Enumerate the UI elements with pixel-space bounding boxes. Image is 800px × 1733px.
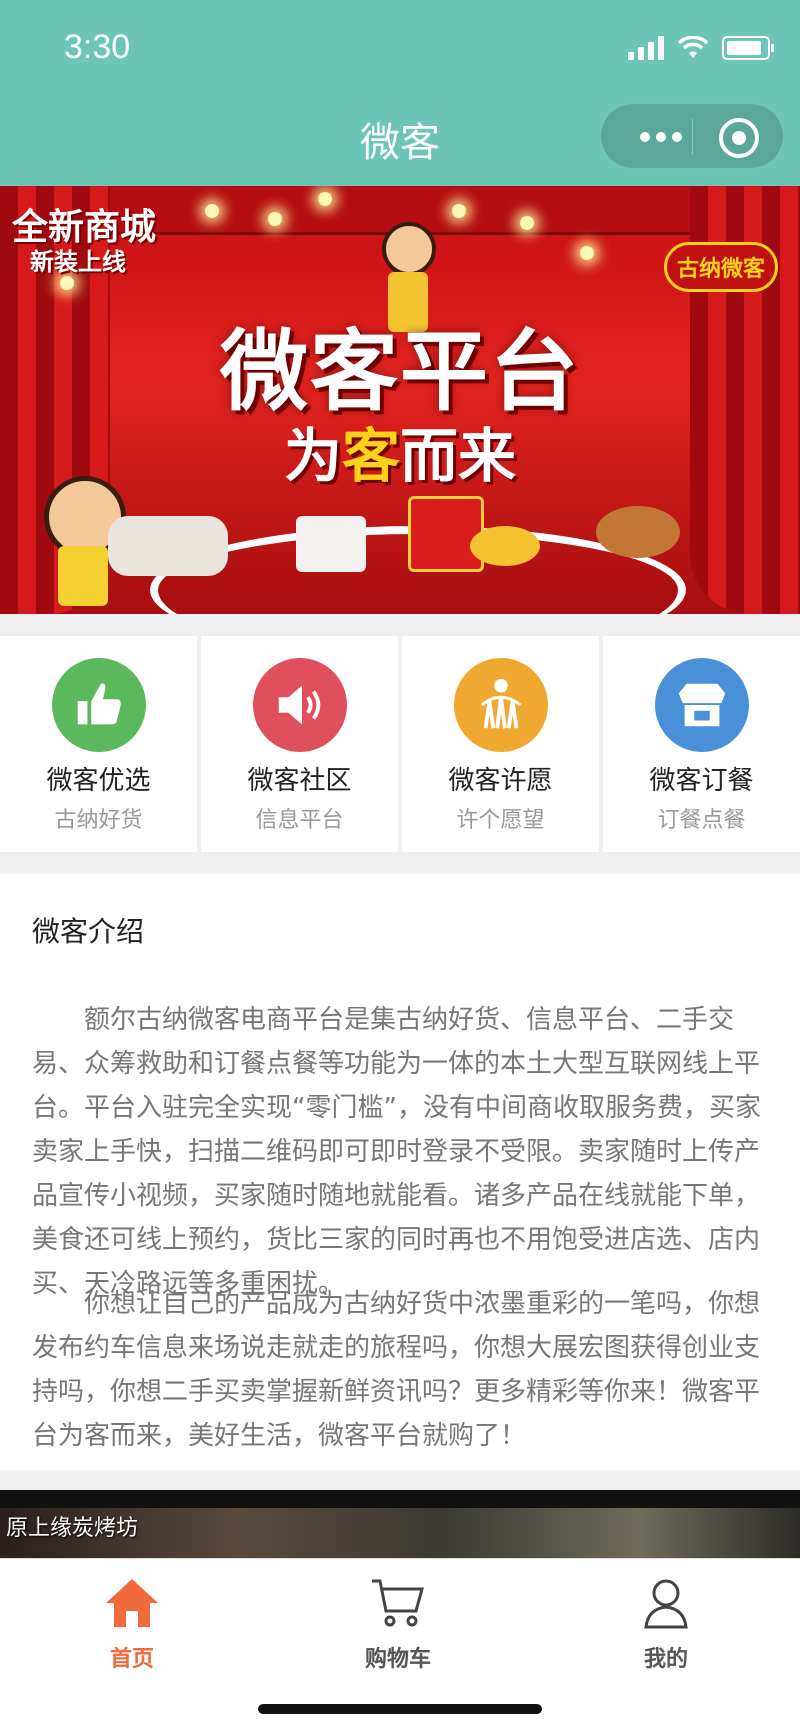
- wish-icon: [480, 678, 521, 729]
- home-indicator: [258, 1704, 542, 1714]
- intro-paragraph-1: 额尔古纳微客电商平台是集古纳好货、信息平台、二手交易、众筹救助和订餐点餐等功能为…: [32, 1005, 761, 1299]
- top-bar: 3:30 微客: [0, 0, 800, 186]
- feature-shequ[interactable]: 微客社区 信息平台: [201, 636, 398, 852]
- promo-banner[interactable]: 全新商城 新装上线 古纳微客 微客平台 为客而来: [0, 186, 800, 614]
- string-light: [580, 246, 594, 260]
- wifi-icon: [678, 36, 708, 58]
- feature-grid: 微客优选 古纳好货 微客社区 信息平台 微客许愿 许个愿望 微客订餐 订餐点餐: [0, 636, 800, 852]
- cartoon-man-body: [58, 546, 108, 606]
- system-indicators: [628, 36, 774, 60]
- tab-cart[interactable]: 购物车: [318, 1577, 478, 1673]
- string-light: [205, 204, 219, 218]
- feature-icon-bg: [453, 658, 548, 752]
- more-options-button[interactable]: [631, 122, 691, 152]
- feature-subtitle: 订餐点餐: [657, 808, 746, 833]
- feature-subtitle: 古纳好货: [54, 808, 143, 833]
- tab-me-label: 我的: [643, 1647, 688, 1672]
- intro-section: 微客介绍 额尔古纳微客电商平台是集古纳好货、信息平台、二手交易、众筹救助和订餐点…: [0, 874, 800, 1470]
- home-icon: [106, 1579, 158, 1627]
- featured-shop-label: 原上缘炭烤坊: [6, 1516, 139, 1541]
- shop-icon: [678, 683, 725, 727]
- intro-paragraph-2: 你想让自己的产品成为古纳好货中浓墨重彩的一笔吗，你想发布约车信息来场说走就走的旅…: [32, 1289, 761, 1451]
- string-light: [318, 192, 332, 206]
- signal-icon: [628, 36, 664, 60]
- feature-subtitle: 许个愿望: [456, 808, 545, 833]
- feature-icon-bg: [654, 658, 749, 752]
- red-envelope: [408, 496, 484, 572]
- thumbs-up-icon: [77, 683, 121, 725]
- string-light: [60, 276, 74, 290]
- feature-youxuan[interactable]: 微客优选 古纳好货: [0, 636, 197, 852]
- tab-me[interactable]: 我的: [586, 1577, 746, 1673]
- speaker-icon: [278, 685, 320, 725]
- feature-title: 微客社区: [247, 766, 352, 796]
- intro-heading: 微客介绍: [32, 915, 145, 948]
- banner-tagline: 为客而来: [0, 409, 800, 493]
- feature-xuyuan[interactable]: 微客许愿 许个愿望: [402, 636, 599, 852]
- featured-shop-card[interactable]: 原上缘炭烤坊: [0, 1490, 800, 1560]
- tab-cart-label: 购物车: [364, 1647, 431, 1672]
- status-time: 3:30: [64, 28, 131, 66]
- tagline-part1: 为: [283, 422, 342, 490]
- feature-title: 微客许愿: [448, 766, 553, 796]
- string-light: [452, 204, 466, 218]
- feature-icon-bg: [252, 658, 347, 752]
- string-light: [520, 216, 534, 230]
- tab-home-label: 首页: [109, 1647, 154, 1672]
- close-miniprogram-button[interactable]: [719, 118, 759, 158]
- roast-turkey: [596, 506, 680, 558]
- feature-subtitle: 信息平台: [255, 808, 344, 833]
- tagline-highlight: 客: [341, 422, 400, 490]
- miniprogram-capsule: [600, 103, 784, 169]
- banner-tag-line2: 新装上线: [30, 248, 126, 276]
- cart-icon: [372, 1579, 424, 1627]
- feature-icon-bg: [51, 658, 146, 752]
- gold-ingots: [470, 526, 540, 566]
- tagline-part2: 而来: [400, 422, 517, 490]
- thumb-top-bar: [0, 1490, 800, 1508]
- mascot-figure: [382, 222, 436, 276]
- taxi-car: [108, 516, 228, 576]
- feature-title: 微客订餐: [649, 766, 754, 796]
- string-light: [268, 212, 282, 226]
- feature-dingcan[interactable]: 微客订餐 订餐点餐: [603, 636, 800, 852]
- feature-title: 微客优选: [46, 766, 151, 796]
- capsule-divider: [692, 119, 693, 155]
- brand-badge: 古纳微客: [664, 242, 779, 292]
- battery-icon: [722, 36, 774, 60]
- user-icon: [644, 1579, 688, 1629]
- gift-box: [296, 516, 366, 572]
- tab-home[interactable]: 首页: [52, 1577, 212, 1673]
